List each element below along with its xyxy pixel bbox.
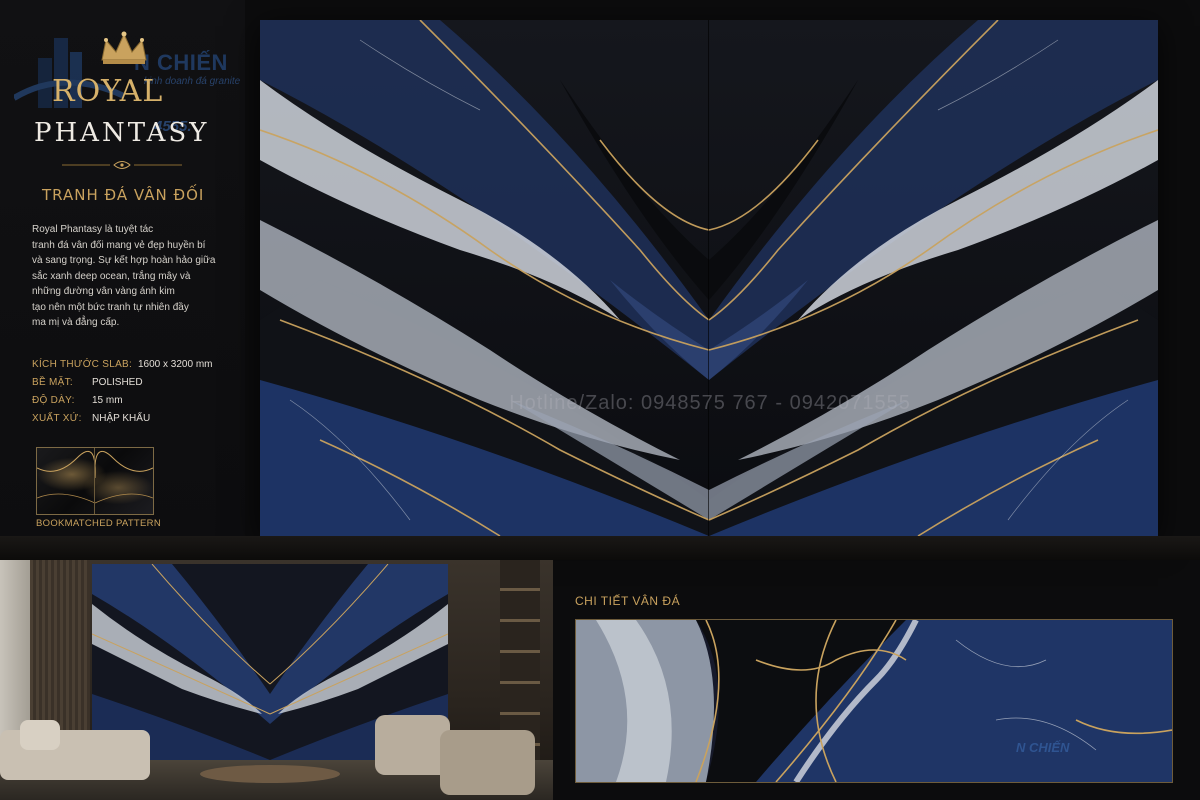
spec-key: KÍCH THƯỚC SLAB: [32, 359, 133, 370]
hotline-watermark: Hotline/Zalo: 0948575 767 - 0942071555 [509, 392, 911, 414]
spec-value: 15 mm [92, 395, 123, 406]
detail-watermark: N CHIẾN [1016, 740, 1070, 755]
spec-row-origin: XUẤT XỨ: NHẬP KHẨU [32, 413, 213, 431]
armchair [375, 715, 450, 775]
spec-table: KÍCH THƯỚC SLAB: 1600 x 3200 mm BỀ MẶT: … [32, 359, 213, 431]
spec-value: 1600 x 3200 mm [138, 359, 213, 370]
spec-key: XUẤT XỨ: [32, 413, 82, 424]
product-subtitle: TRANH ĐÁ VÂN ĐỐI [42, 186, 205, 204]
product-description: Royal Phantasy là tuyệt tác tranh đá vân… [32, 222, 232, 331]
spec-key: BỀ MẶT: [32, 377, 73, 388]
spec-row-surface: BỀ MẶT: POLISHED [32, 377, 213, 395]
divider-ornament [62, 161, 182, 169]
sofa-cushion [20, 720, 60, 750]
description-line: tranh đá vân đối mang vẻ đẹp huyền bí [32, 239, 206, 251]
detail-closeup-image: N CHIẾN [575, 619, 1173, 783]
brand-line-phantasy: PHANTASY [34, 118, 210, 148]
main-slab-image: Hotline/Zalo: 0948575 767 - 0942071555 [260, 20, 1158, 536]
brand-line-royal: ROYAL [52, 74, 164, 109]
description-line: Royal Phantasy là tuyệt tác [32, 224, 154, 235]
spec-row-size: KÍCH THƯỚC SLAB: 1600 x 3200 mm [32, 359, 213, 377]
description-line: ma mị và đẳng cấp. [32, 317, 120, 328]
spec-value: POLISHED [92, 377, 143, 388]
armchair [440, 730, 535, 795]
coffee-table [200, 765, 340, 783]
description-line: tạo nên một bức tranh tự nhiên đầy [32, 301, 189, 313]
detail-title: CHI TIẾT VÂN ĐÁ [575, 594, 681, 608]
spec-key: ĐỘ DÀY: [32, 395, 75, 406]
spec-row-thickness: ĐỘ DÀY: 15 mm [32, 395, 213, 413]
description-line: và sang trọng. Sự kết hợp hoàn hảo giữa [32, 255, 216, 266]
interior-render [0, 560, 553, 800]
description-line: những đường vân vàng ánh kim [32, 286, 175, 297]
floor-reflection [0, 536, 1200, 560]
bookmatch-seam [708, 20, 709, 536]
bookmatched-thumbnail [36, 447, 154, 515]
spec-value: NHẬP KHẨU [92, 413, 151, 424]
thumbnail-seam [94, 448, 95, 514]
crown-icon [101, 31, 147, 64]
description-line: sắc xanh deep ocean, trắng mây và [32, 270, 191, 282]
info-panel: N CHIẾN kinh doanh đá granite 4555. ROYA… [0, 0, 245, 545]
thumbnail-caption: BOOKMATCHED PATTERN [36, 518, 161, 529]
